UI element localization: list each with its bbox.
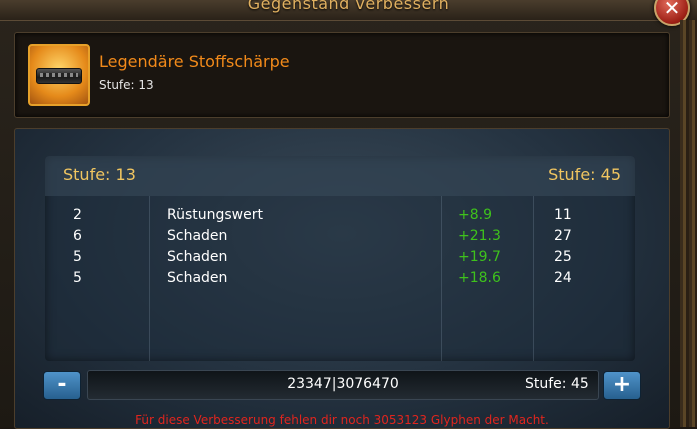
stat-name: Schaden [167,270,228,286]
stat-new: 11 [554,207,572,223]
close-icon: ✕ [663,0,681,20]
stat-name: Schaden [167,228,228,244]
belt-graphic [36,68,82,84]
item-panel: Legendäre Stoffschärpe Stufe: 13 [14,32,670,118]
plus-icon: + [612,372,632,397]
target-level-header: Stufe: 45 [548,165,621,184]
stat-new: 24 [554,270,572,286]
decorative-border [680,20,697,427]
stat-new: 25 [554,249,572,265]
stat-row: 6 Schaden +21.3 27 [45,228,635,249]
missing-glyphs-warning: Für diese Verbesserung fehlen dir noch 3… [135,413,549,427]
stat-bonus: +8.9 [458,207,492,223]
decrease-level-button[interactable]: - [43,371,81,400]
item-level: Stufe: 13 [99,78,154,92]
stat-base: 2 [73,207,82,223]
upgrade-window: Gegenstand verbessern ✕ Legendäre Stoffs… [0,0,697,429]
stat-row: 2 Rüstungswert +8.9 11 [45,207,635,228]
target-level: Stufe: 45 [525,376,589,392]
glyph-progress-bar: 23347|3076470 Stufe: 45 [87,370,599,400]
stat-header: Stufe: 13 Stufe: 45 [45,156,635,196]
stat-new: 27 [554,228,572,244]
stat-row: 5 Schaden +18.6 24 [45,270,635,291]
stat-name: Rüstungswert [167,207,263,223]
minus-icon: - [57,372,67,397]
item-name: Legendäre Stoffschärpe [99,52,290,71]
stat-comparison: Stufe: 13 Stufe: 45 2 Rüstungswert +8.9 … [45,156,635,361]
current-level: Stufe: 13 [63,165,136,184]
increase-level-button[interactable]: + [603,371,641,400]
stat-bonus: +21.3 [458,228,501,244]
window-title: Gegenstand verbessern [247,0,450,13]
belt-icon[interactable] [28,44,90,106]
title-bar: Gegenstand verbessern [0,0,697,21]
stat-base: 5 [73,270,82,286]
upgrade-panel: Stufe: 13 Stufe: 45 2 Rüstungswert +8.9 … [14,128,670,429]
stat-bonus: +18.6 [458,270,501,286]
stat-bonus: +19.7 [458,249,501,265]
glyph-count: 23347|3076470 [287,376,399,392]
stat-name: Schaden [167,249,228,265]
stat-row: 5 Schaden +19.7 25 [45,249,635,270]
stat-base: 6 [73,228,82,244]
stat-base: 5 [73,249,82,265]
